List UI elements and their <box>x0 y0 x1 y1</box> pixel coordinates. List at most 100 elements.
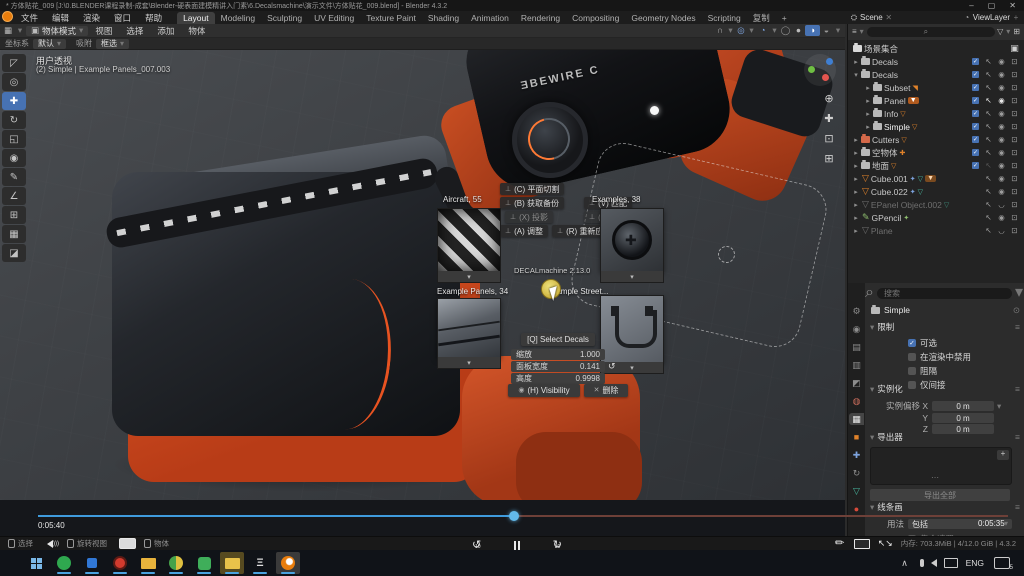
monitor-icon[interactable]: ▣ <box>1008 43 1021 54</box>
outliner-new-collection-icon[interactable]: ⊞ <box>1013 28 1020 36</box>
export-all-button[interactable]: 导出全部 <box>870 489 1010 501</box>
zoom-gizmo-icon[interactable]: ⊕ <box>822 94 836 105</box>
viewlayer-name[interactable]: ViewLayer <box>973 13 1010 22</box>
dm-slider-panel-width[interactable]: 面板宽度0.141 <box>511 361 605 372</box>
menu-render[interactable]: 渲染 <box>76 12 107 24</box>
dm-slider-height[interactable]: 高度0.9998 <box>511 373 605 384</box>
render-icon[interactable]: ⊡ <box>1008 187 1021 196</box>
selectable-icon[interactable]: ↖ <box>982 122 995 131</box>
selectable-icon[interactable]: ↖ <box>982 135 995 144</box>
workspace-tab-uvediting[interactable]: UV Editing <box>308 12 360 24</box>
selectable-icon[interactable]: ↖ <box>982 226 995 235</box>
taskbar-app-blender[interactable] <box>276 552 300 574</box>
hide-icon[interactable]: ◉ <box>995 148 1008 157</box>
tab-render[interactable]: ◉ <box>849 323 864 335</box>
dm-thumb-street[interactable] <box>600 295 664 363</box>
render-icon[interactable]: ⊡ <box>1008 109 1021 118</box>
dm-library-aircraft-label[interactable]: Aircraft, 55 <box>443 195 482 204</box>
taskbar-app-folder[interactable] <box>136 552 160 574</box>
menu-object[interactable]: 物体 <box>181 25 212 37</box>
tool-extra-2[interactable]: ◪ <box>2 244 26 262</box>
selectable-icon[interactable]: ↖ <box>982 174 995 183</box>
dm-menu-adjust[interactable]: ⊥ (A) 调整 <box>500 225 548 237</box>
video-progress-track[interactable] <box>38 515 1008 517</box>
tray-chevron-icon[interactable]: ∧ <box>897 559 913 568</box>
selectable-icon[interactable]: ↖ <box>982 83 995 92</box>
tab-object-data[interactable]: ▽ <box>849 485 864 497</box>
outliner-filter-icon[interactable]: ▽ <box>997 28 1003 36</box>
tray-language[interactable]: ENG <box>966 558 984 568</box>
tool-add-cube[interactable]: ⊞ <box>2 206 26 224</box>
collection-checkbox[interactable]: ✓ <box>972 58 979 65</box>
checkbox-checked[interactable]: ✓ <box>908 339 916 347</box>
outliner-row-simple[interactable]: ▸ Simple ▽ ✓ ↖ ◉ ⊡ <box>848 120 1024 133</box>
properties-options-icon[interactable]: ▾ <box>1015 285 1023 301</box>
dm-menu-slice[interactable]: ⊥ (C) 平面切割 <box>500 183 564 195</box>
collection-checkbox[interactable]: ✓ <box>972 71 979 78</box>
properties-search-input[interactable] <box>877 288 1012 299</box>
dm-remove-button[interactable]: ✕ 删除 <box>584 384 628 397</box>
taskbar-app-green[interactable] <box>52 552 76 574</box>
hide-icon[interactable]: ◉ <box>995 122 1008 131</box>
tab-world[interactable]: ◍ <box>849 395 864 407</box>
hide-icon[interactable]: ◡ <box>995 226 1008 235</box>
outliner-row-scene-collection[interactable]: 场景集合 ▣ <box>848 42 1024 55</box>
hide-icon[interactable]: ◉ <box>995 96 1008 105</box>
proportional-edit-icon[interactable]: ◎ <box>735 26 747 35</box>
restriction-selectable[interactable]: ✓可选 <box>908 337 1020 349</box>
panel-lineart-header[interactable]: ▾ 线条画 ≡ <box>870 501 1020 513</box>
pan-gizmo-icon[interactable]: ✚ <box>822 114 836 125</box>
selectable-icon[interactable]: ↖ <box>982 148 995 157</box>
selectable-icon[interactable]: ↖ <box>982 96 995 105</box>
tool-scale[interactable]: ◱ <box>2 130 26 148</box>
dm-menu-getbackup[interactable]: ⊥ (B) 获取备份 <box>500 197 564 209</box>
menu-edit[interactable]: 编辑 <box>45 12 76 24</box>
hide-icon[interactable]: ◉ <box>995 57 1008 66</box>
hide-icon[interactable]: ◉ <box>995 187 1008 196</box>
collection-checkbox[interactable]: ✓ <box>972 110 979 117</box>
taskbar-app-z[interactable]: Ξ <box>248 552 272 574</box>
breadcrumb-name[interactable]: Simple <box>884 305 910 315</box>
scene-name[interactable]: Scene <box>860 13 883 22</box>
tool-move[interactable]: ✚ <box>2 92 26 110</box>
collection-checkbox[interactable]: ✓ <box>972 136 979 143</box>
scene-unlink-icon[interactable]: ✕ <box>883 14 895 22</box>
dm-library-panels-label[interactable]: Example Panels, 34 <box>437 287 508 296</box>
outliner-row-gpencil[interactable]: ▸✎ GPencil ✦ ↖ ◉ ⊡ <box>848 211 1024 224</box>
collection-checkbox[interactable]: ✓ <box>972 149 979 156</box>
render-icon[interactable]: ⊡ <box>1008 122 1021 131</box>
workspace-tab-animation[interactable]: Animation <box>465 12 515 24</box>
dm-select-decals-button[interactable]: [Q] Select Decals <box>521 333 595 346</box>
close-button[interactable]: ✕ <box>1009 1 1016 10</box>
tab-object[interactable]: ■ <box>849 431 864 443</box>
workspace-tab-geometrynodes[interactable]: Geometry Nodes <box>625 12 701 24</box>
outliner-row-subset[interactable]: ▸ Subset ◥ ✓ ↖ ◉ ⊡ <box>848 81 1024 94</box>
editor-type-dropdown-icon[interactable]: ▾ <box>16 26 24 35</box>
render-icon[interactable]: ⊡ <box>1008 148 1021 157</box>
tab-output[interactable]: ▤ <box>849 341 864 353</box>
dm-thumb-screw-expand[interactable]: ▾ <box>600 271 664 283</box>
taskbar-app-active-folder[interactable] <box>220 552 244 574</box>
dm-slider-scale[interactable]: 缩放1.000 <box>511 349 605 360</box>
menu-view[interactable]: 视图 <box>88 25 119 37</box>
viewlayer-icon[interactable]: ◔ <box>961 14 973 22</box>
dm-thumb-panel-expand[interactable]: ▾ <box>437 357 501 369</box>
overlays-dropdown-icon[interactable]: ▾ <box>770 26 779 35</box>
taskbar-app-blue[interactable] <box>80 552 104 574</box>
render-icon[interactable]: ⊡ <box>1008 213 1021 222</box>
workspace-tab-texturepaint[interactable]: Texture Paint <box>360 12 422 24</box>
tray-keyboard-icon[interactable]: 5 <box>994 557 1010 569</box>
dm-thumb-screw[interactable]: ✚ <box>600 208 664 272</box>
tab-material[interactable]: ● <box>849 503 864 515</box>
tool-annotate[interactable]: ✎ <box>2 168 26 186</box>
render-icon[interactable]: ⊡ <box>1008 200 1021 209</box>
tool-cursor[interactable]: ◎ <box>2 73 26 91</box>
hide-icon[interactable]: ◉ <box>995 135 1008 144</box>
restriction-holdout[interactable]: 阻隔 <box>908 365 1020 377</box>
panel-exporters-header[interactable]: ▾ 导出器 ≡ <box>870 431 1020 443</box>
workspace-tab-layout[interactable]: Layout <box>177 12 215 24</box>
outliner-row-empties[interactable]: ▸ 空物体 ✚ ✓ ↖ ◉ ⊡ <box>848 146 1024 159</box>
menu-add[interactable]: 添加 <box>150 25 181 37</box>
tool-extra-1[interactable]: ▦ <box>2 225 26 243</box>
dm-library-examples-label[interactable]: Examples, 38 <box>592 195 640 204</box>
